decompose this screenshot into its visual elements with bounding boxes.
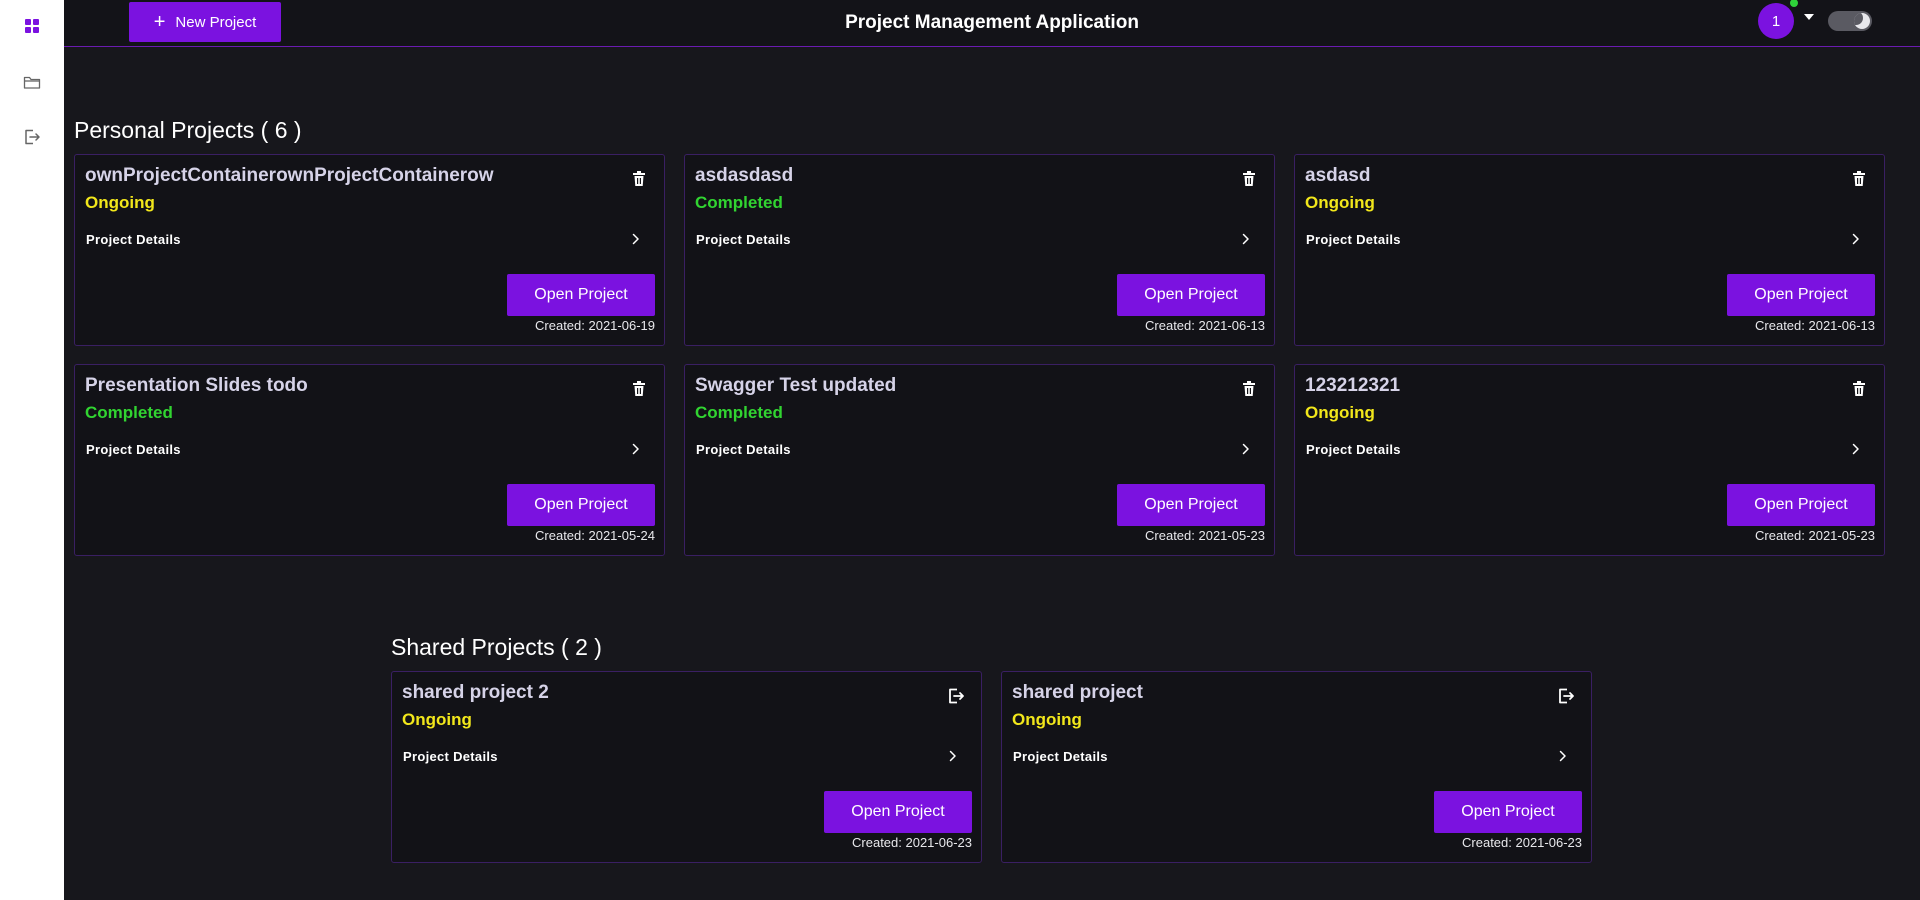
theme-toggle[interactable] <box>1828 11 1872 31</box>
chevron-right-icon <box>632 442 644 456</box>
leave-project-icon[interactable] <box>946 685 966 707</box>
user-avatar[interactable]: 1 <box>1758 3 1794 39</box>
app-title: Project Management Application <box>845 12 1139 33</box>
sidebar <box>0 0 64 900</box>
project-status: Ongoing <box>1305 403 1375 422</box>
new-project-button[interactable]: + New Project <box>129 2 281 42</box>
project-details-toggle[interactable]: Project Details <box>696 228 1254 250</box>
project-details-toggle[interactable]: Project Details <box>1306 228 1864 250</box>
project-details-label: Project Details <box>403 748 498 764</box>
project-status: Completed <box>85 403 173 422</box>
open-project-button[interactable]: Open Project <box>507 484 655 526</box>
project-details-toggle[interactable]: Project Details <box>86 438 644 460</box>
project-status: Ongoing <box>1012 710 1082 729</box>
online-status-dot <box>1790 0 1798 7</box>
plus-icon: + <box>153 11 166 33</box>
project-card: shared project 2 Ongoing Project Details Op… <box>391 671 982 863</box>
top-bar: + New Project Project Management Applica… <box>64 0 1920 47</box>
project-title: ownProjectContainerownProjectContainerow <box>85 165 494 186</box>
created-date: Created: 2021-06-13 <box>1755 318 1875 333</box>
project-details-label: Project Details <box>1013 748 1108 764</box>
project-details-toggle[interactable]: Project Details <box>696 438 1254 460</box>
project-details-toggle[interactable]: Project Details <box>403 745 961 767</box>
project-details-toggle[interactable]: Project Details <box>1013 745 1571 767</box>
project-status: Ongoing <box>85 193 155 212</box>
logout-icon[interactable] <box>20 125 44 149</box>
dashboard-grid-icon[interactable] <box>20 14 44 38</box>
created-date: Created: 2021-06-23 <box>852 835 972 850</box>
open-project-button[interactable]: Open Project <box>507 274 655 316</box>
project-details-toggle[interactable]: Project Details <box>1306 438 1864 460</box>
project-details-label: Project Details <box>1306 231 1401 247</box>
open-project-button[interactable]: Open Project <box>824 791 972 833</box>
delete-icon[interactable] <box>629 378 649 400</box>
project-details-label: Project Details <box>696 441 791 457</box>
delete-icon[interactable] <box>629 168 649 190</box>
project-card: 123212321 Ongoing Project Details Open Proj… <box>1294 364 1885 556</box>
project-title: asdasdasd <box>695 165 794 186</box>
open-project-button[interactable]: Open Project <box>1727 484 1875 526</box>
delete-icon[interactable] <box>1239 168 1259 190</box>
project-card: ownProjectContainerownProjectContainerow… <box>74 154 665 346</box>
created-date: Created: 2021-06-19 <box>535 318 655 333</box>
project-status: Completed <box>695 403 783 422</box>
project-card: asdasdasd Completed Project Details Open Pr… <box>684 154 1275 346</box>
personal-projects-title: Personal Projects ( 6 ) <box>74 117 302 143</box>
open-project-button[interactable]: Open Project <box>1727 274 1875 316</box>
project-details-label: Project Details <box>86 231 181 247</box>
created-date: Created: 2021-06-13 <box>1145 318 1265 333</box>
project-details-label: Project Details <box>86 441 181 457</box>
chevron-right-icon <box>949 749 961 763</box>
leave-project-icon[interactable] <box>1556 685 1576 707</box>
delete-icon[interactable] <box>1849 378 1869 400</box>
created-date: Created: 2021-06-23 <box>1462 835 1582 850</box>
project-title: shared project 2 <box>402 682 549 703</box>
open-project-button[interactable]: Open Project <box>1117 484 1265 526</box>
delete-icon[interactable] <box>1849 168 1869 190</box>
moon-icon <box>1854 13 1870 29</box>
delete-icon[interactable] <box>1239 378 1259 400</box>
folder-icon[interactable] <box>20 70 44 94</box>
chevron-right-icon <box>1852 442 1864 456</box>
created-date: Created: 2021-05-23 <box>1755 528 1875 543</box>
chevron-down-icon[interactable] <box>1804 14 1814 20</box>
project-card: shared project Ongoing Project Details Open… <box>1001 671 1592 863</box>
project-details-label: Project Details <box>696 231 791 247</box>
chevron-right-icon <box>1242 232 1254 246</box>
project-details-toggle[interactable]: Project Details <box>86 228 644 250</box>
chevron-right-icon <box>632 232 644 246</box>
project-title: asdasd <box>1305 165 1371 186</box>
project-title: 123212321 <box>1305 375 1401 396</box>
chevron-right-icon <box>1852 232 1864 246</box>
project-status: Completed <box>695 193 783 212</box>
project-card: Presentation Slides todo Completed Project… <box>74 364 665 556</box>
open-project-button[interactable]: Open Project <box>1117 274 1265 316</box>
created-date: Created: 2021-05-23 <box>1145 528 1265 543</box>
created-date: Created: 2021-05-24 <box>535 528 655 543</box>
project-status: Ongoing <box>1305 193 1375 212</box>
project-title: Swagger Test updated <box>695 375 897 396</box>
chevron-right-icon <box>1559 749 1571 763</box>
chevron-right-icon <box>1242 442 1254 456</box>
project-card: Swagger Test updated Completed Project Det… <box>684 364 1275 556</box>
project-title: Presentation Slides todo <box>85 375 308 396</box>
project-card: asdasd Ongoing Project Details Open Project… <box>1294 154 1885 346</box>
project-status: Ongoing <box>402 710 472 729</box>
shared-projects-title: Shared Projects ( 2 ) <box>391 634 602 660</box>
open-project-button[interactable]: Open Project <box>1434 791 1582 833</box>
project-details-label: Project Details <box>1306 441 1401 457</box>
new-project-label: New Project <box>175 13 257 31</box>
project-title: shared project <box>1012 682 1143 703</box>
